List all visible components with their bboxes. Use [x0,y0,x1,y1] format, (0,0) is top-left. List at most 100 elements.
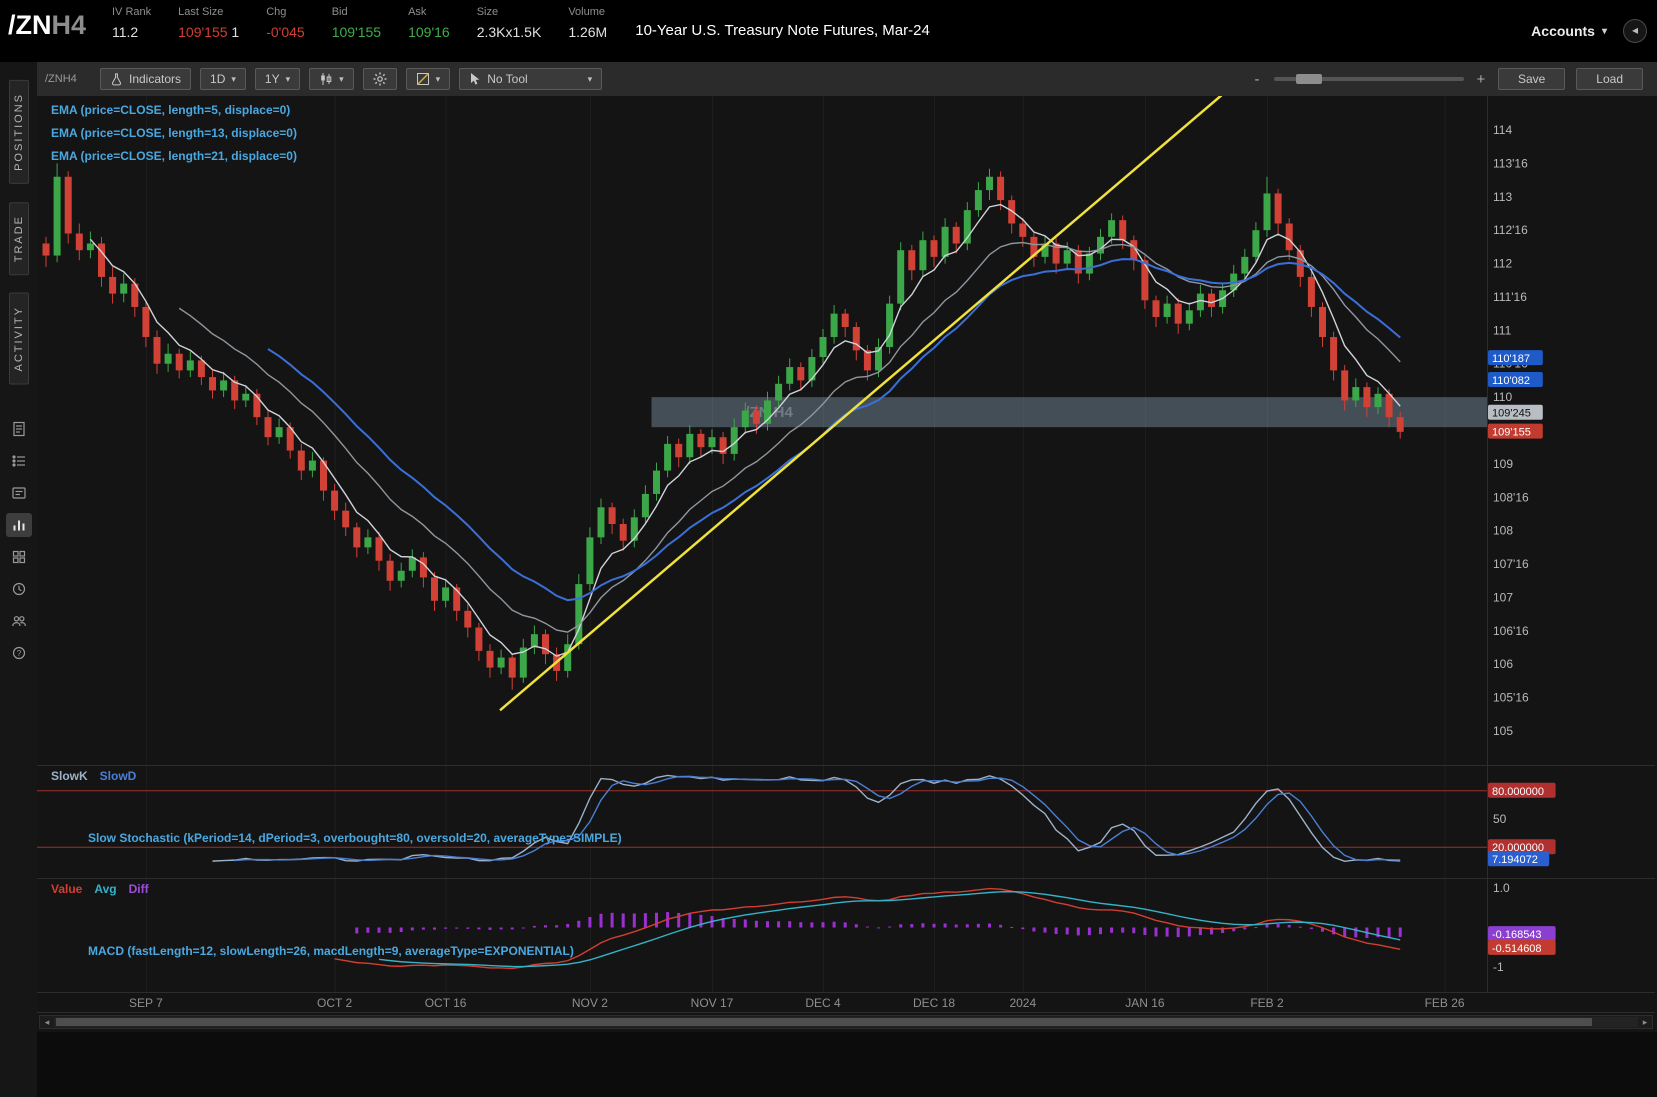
stat-last-size: Last Size 109'155 1 [178,6,239,40]
accounts-menu[interactable]: Accounts ▾ [1531,23,1607,39]
symbol-field[interactable]: /ZNH4 [45,73,91,85]
svg-text:2024: 2024 [1009,996,1036,1010]
chevron-down-icon: ▾ [588,74,593,85]
indicators-button[interactable]: Indicators [100,68,191,90]
aggregation-dropdown[interactable]: 1D ▾ [200,68,246,90]
stochastic-study: 5080.00000020.0000007.194072 [37,775,1556,866]
svg-text:111'16: 111'16 [1493,290,1527,304]
news-document-icon[interactable] [6,417,32,441]
chart-horizontal-scrollbar[interactable]: ◂ ▸ [39,1015,1653,1029]
svg-text:OCT 2: OCT 2 [317,996,352,1010]
svg-text:105'16: 105'16 [1493,691,1529,705]
chart-icon[interactable] [6,513,32,537]
save-button[interactable]: Save [1498,68,1565,90]
chevron-down-icon: ▾ [286,74,291,85]
svg-text:111: 111 [1493,323,1512,337]
tab-activity[interactable]: ACTIVITY [9,293,29,385]
svg-text:112'16: 112'16 [1493,223,1528,237]
toolbar-right-group: - + Save Load [1251,68,1649,90]
svg-text:?: ? [16,649,21,658]
zoom-slider[interactable] [1274,77,1464,81]
order-ticket-icon[interactable] [6,481,32,505]
gear-icon [373,72,387,86]
tab-positions[interactable]: POSITIONS [9,80,29,184]
chart-canvas[interactable]: 114113'16113112'16112111'16111110'161101… [37,96,1657,1097]
symbol-display: /ZNH4 [0,0,112,41]
svg-text:105: 105 [1493,724,1513,738]
svg-text:-0.168543: -0.168543 [1492,929,1542,941]
scrollbar-track[interactable] [54,1017,1638,1027]
svg-text:DEC 4: DEC 4 [805,996,841,1010]
chevron-down-icon: ▾ [339,74,344,85]
watchlist-icon[interactable] [6,449,32,473]
svg-text:110: 110 [1493,390,1512,404]
svg-text:1.0: 1.0 [1493,881,1510,895]
candlestick-style-icon [319,72,333,86]
chart-settings-button[interactable] [363,68,397,90]
cursor-icon [469,72,481,86]
chevron-down-icon: ▾ [1602,26,1607,37]
svg-text:-1: -1 [1493,960,1504,974]
stat-bid: Bid 109'155 [332,6,381,40]
svg-text:50: 50 [1493,812,1507,826]
stat-change: Chg -0'045 [266,6,304,40]
svg-text:SEP 7: SEP 7 [129,996,163,1010]
chevron-down-icon: ▾ [436,74,441,85]
svg-text:114: 114 [1493,123,1512,137]
stat-ask: Ask 109'16 [408,6,450,40]
tab-trade[interactable]: TRADE [9,202,29,275]
svg-text:7.194072: 7.194072 [1492,854,1538,866]
scroll-right-button[interactable]: ▸ [1638,1016,1652,1028]
chart-panel: /ZNH4 Indicators 1D ▾ 1Y ▾ ▾ [37,62,1657,1097]
drawing-tool-dropdown[interactable]: No Tool ▾ [459,68,602,90]
svg-text:110'187: 110'187 [1492,353,1530,365]
help-icon[interactable]: ? [6,641,32,665]
stat-size: Size 2.3Kx1.5K [477,6,542,40]
quote-stats: IV Rank 11.2 Last Size 109'155 1 Chg -0'… [112,0,607,40]
svg-text:109'155: 109'155 [1492,427,1531,439]
community-icon[interactable] [6,609,32,633]
svg-text:NOV 17: NOV 17 [691,996,734,1010]
chevron-down-icon: ▾ [231,74,236,85]
svg-text:OCT 16: OCT 16 [425,996,467,1010]
svg-text:109'245: 109'245 [1492,408,1531,420]
svg-text:112: 112 [1493,257,1512,271]
zoom-in-button[interactable]: + [1475,71,1487,88]
zoom-out-button[interactable]: - [1251,71,1263,88]
svg-text:JAN 16: JAN 16 [1125,996,1165,1010]
svg-text:110'082: 110'082 [1492,375,1530,387]
left-sidebar: POSITIONS TRADE ACTIVITY [0,62,37,1097]
svg-text:80.000000: 80.000000 [1492,786,1544,798]
load-button[interactable]: Load [1576,68,1643,90]
zoom-slider-thumb[interactable] [1296,74,1322,84]
drawing-set-icon [416,72,430,86]
trading-platform-window: /ZNH4 IV Rank 11.2 Last Size 109'155 1 C… [0,0,1657,1097]
scrollbar-thumb[interactable] [56,1018,1592,1026]
svg-text:DEC 18: DEC 18 [913,996,955,1010]
svg-text:108'16: 108'16 [1493,490,1529,504]
svg-text:FEB 2: FEB 2 [1250,996,1284,1010]
svg-text:108: 108 [1493,524,1513,538]
stat-volume: Volume 1.26M [568,6,607,40]
chart-toolbar: /ZNH4 Indicators 1D ▾ 1Y ▾ ▾ [37,62,1657,97]
grid-gadgets-icon[interactable] [6,545,32,569]
quote-header: /ZNH4 IV Rank 11.2 Last Size 109'155 1 C… [0,0,1657,62]
history-clock-icon[interactable] [6,577,32,601]
svg-text:109: 109 [1493,457,1513,471]
macd-study: 1.0 -1 -0.168543 -0.514608 [335,881,1556,974]
drawing-set-dropdown[interactable]: ▾ [406,68,451,90]
range-dropdown[interactable]: 1Y ▾ [255,68,300,90]
stat-iv-rank: IV Rank 11.2 [112,6,151,40]
svg-text:106: 106 [1493,657,1513,671]
gadget-icons: ? [6,417,32,665]
svg-text:113: 113 [1493,190,1512,204]
flask-icon [110,72,123,86]
scroll-left-button[interactable]: ◂ [40,1016,54,1028]
svg-text:-0.514608: -0.514608 [1492,943,1542,955]
chart-style-dropdown[interactable]: ▾ [309,68,354,90]
collapse-panel-button[interactable]: ◂ [1623,19,1647,43]
svg-text:113'16: 113'16 [1493,156,1528,170]
svg-text:106'16: 106'16 [1493,624,1529,638]
bottom-spacer [37,1032,1657,1097]
svg-text:107: 107 [1493,590,1513,604]
